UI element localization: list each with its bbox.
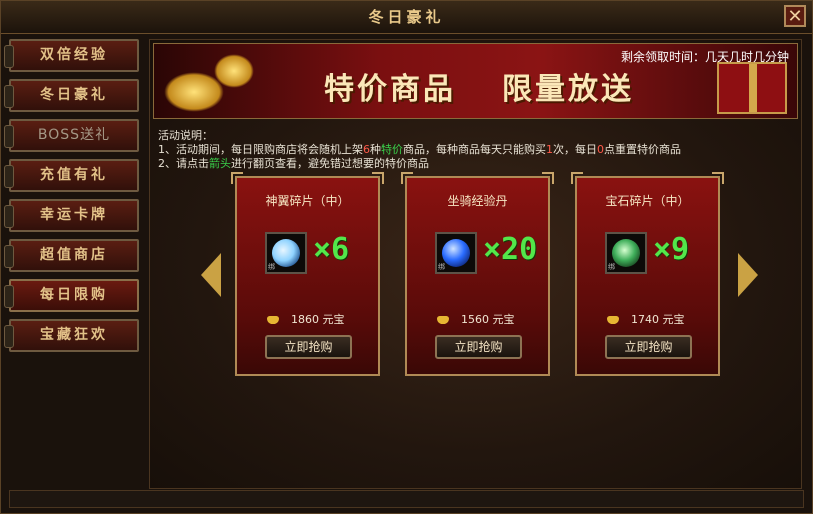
close-button[interactable]: ✕ [784,5,806,27]
mount-exp-pill-icon [442,239,470,267]
item-name: 神翼碎片（中） [265,194,350,208]
item-quantity: ×9 [653,232,690,267]
gift-window: 冬日豪礼 ✕ 双倍经验 冬日豪礼 BOSS送礼 充值有礼 幸运卡牌 超值商店 每… [0,0,813,514]
bottom-bar [9,490,804,508]
gold-ingot-icon [214,54,254,88]
tab-boss-gift[interactable]: BOSS送礼 [4,119,139,152]
tab-double-exp[interactable]: 双倍经验 [4,39,139,72]
gem-fragment-icon [612,239,640,267]
promo-banner: 特价商品 限量放送 剩余领取时间：几天几时几分钟 [153,43,798,119]
item-quantity: ×20 [483,232,538,267]
bound-label: 绑 [438,263,445,271]
item-name: 坐骑经验丹 [447,194,508,208]
tab-value-shop[interactable]: 超值商店 [4,239,139,272]
countdown-timer: 剩余领取时间：几天几时几分钟 [620,50,789,64]
description-line-1: 1、活动期间，每日限购商店将会随机上架6种特价商品，每种商品每天只能购买1次，每… [158,143,681,156]
banner-title-right: 限量放送 [502,72,634,107]
next-page-arrow-icon[interactable] [738,253,758,297]
item-slot[interactable]: 绑 [605,232,647,274]
item-quantity: ×6 [313,232,350,267]
activity-description: 活动说明： 1、活动期间，每日限购商店将会随机上架6种特价商品，每种商品每天只能… [158,129,681,171]
bound-label: 绑 [268,263,275,271]
description-line-2: 2、请点击箭头进行翻页查看，避免错过想要的特价商品 [158,157,429,170]
banner-title-left: 特价商品 [324,72,456,107]
tab-treasure-carnival[interactable]: 宝藏狂欢 [4,319,139,352]
buy-now-button[interactable]: 立即抢购 [435,335,522,359]
gift-box-icon [717,62,787,114]
item-price: 1860 元宝 [267,311,345,327]
item-card: 宝石碎片（中） 绑 ×9 1740 元宝 立即抢购 [571,172,724,376]
description-heading: 活动说明： [158,129,213,142]
tab-recharge-gift[interactable]: 充值有礼 [4,159,139,192]
item-price: 1740 元宝 [607,311,685,327]
yuanbao-icon [607,316,619,324]
tab-lucky-card[interactable]: 幸运卡牌 [4,199,139,232]
item-name: 宝石碎片（中） [605,194,690,208]
window-title: 冬日豪礼 [368,8,445,26]
item-slot[interactable]: 绑 [435,232,477,274]
tab-daily-limit[interactable]: 每日限购 [4,279,139,312]
buy-now-button[interactable]: 立即抢购 [605,335,692,359]
sidebar: 双倍经验 冬日豪礼 BOSS送礼 充值有礼 幸运卡牌 超值商店 每日限购 宝藏狂… [4,39,143,489]
bound-label: 绑 [608,263,615,271]
prev-page-arrow-icon[interactable] [201,253,221,297]
tab-winter-gift[interactable]: 冬日豪礼 [4,79,139,112]
yuanbao-icon [437,316,449,324]
item-card: 坐骑经验丹 绑 ×20 1560 元宝 立即抢购 [401,172,554,376]
item-price: 1560 元宝 [437,311,515,327]
yuanbao-icon [267,316,279,324]
wing-fragment-icon [272,239,300,267]
item-slot[interactable]: 绑 [265,232,307,274]
buy-now-button[interactable]: 立即抢购 [265,335,352,359]
item-card: 神翼碎片（中） 绑 ×6 1860 元宝 立即抢购 [231,172,384,376]
title-bar: 冬日豪礼 ✕ [1,1,812,34]
